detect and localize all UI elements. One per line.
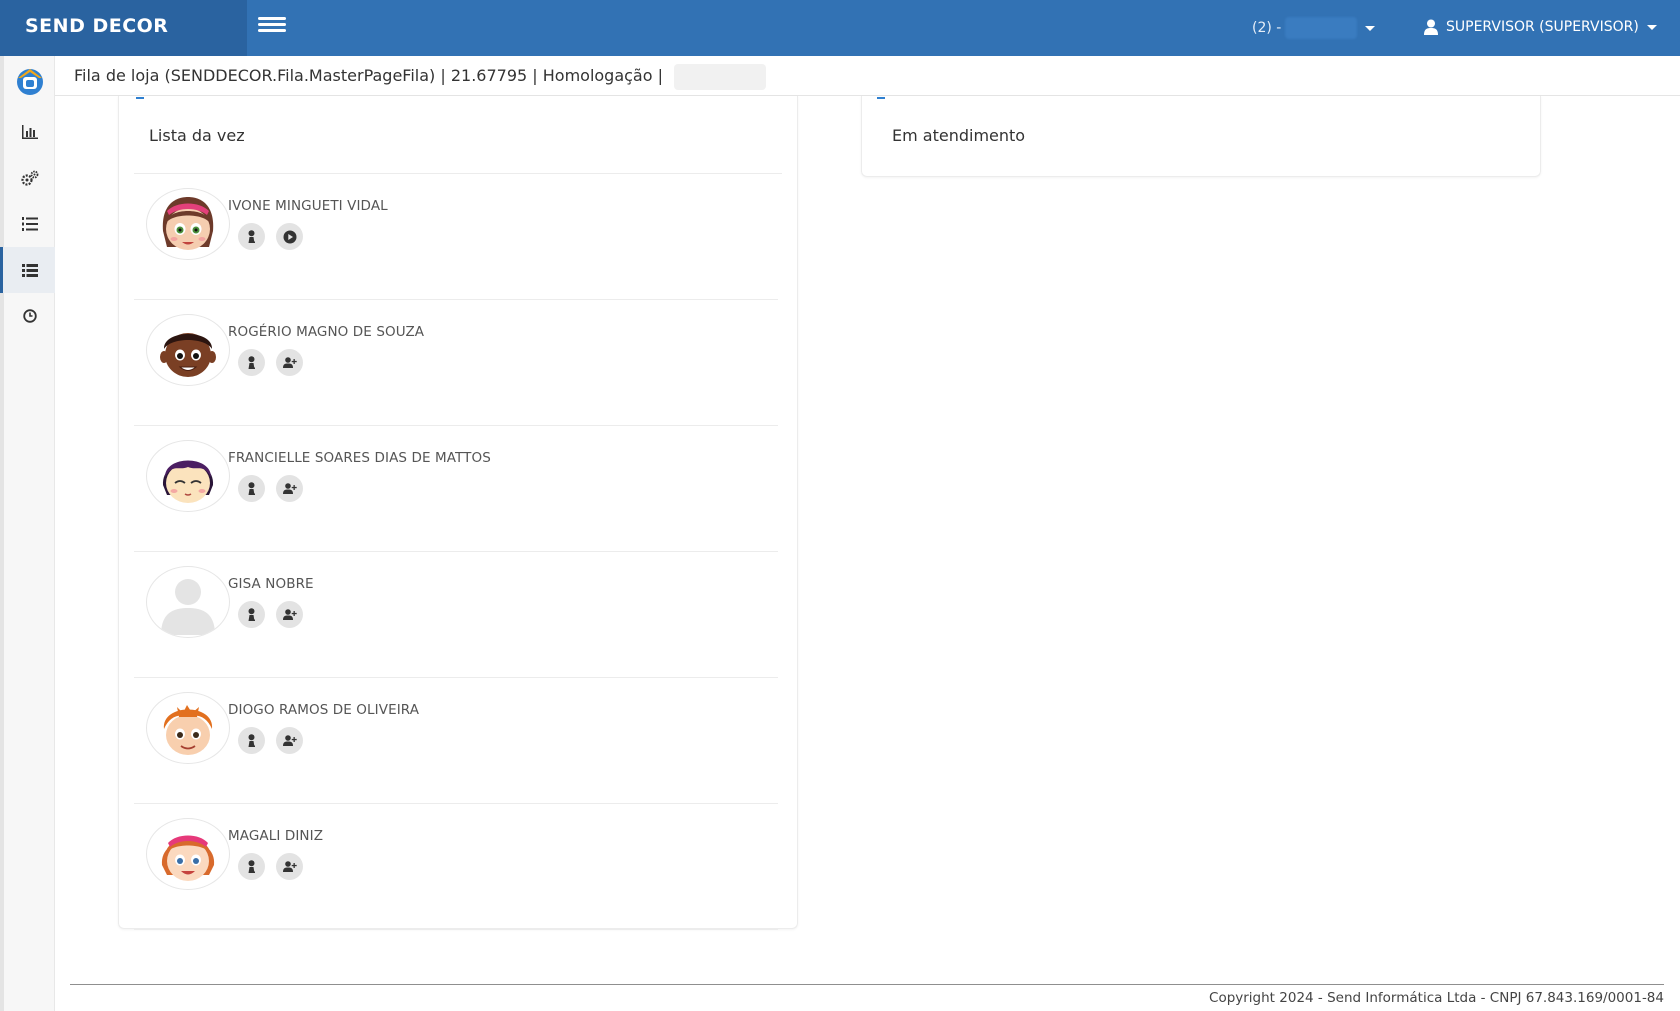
user-plus-icon[interactable] bbox=[276, 601, 303, 628]
user-plus-icon[interactable] bbox=[276, 349, 303, 376]
store-name-redacted bbox=[1285, 17, 1358, 39]
user-icon[interactable] bbox=[238, 601, 265, 628]
main-content: Lista da vez IVONE MINGUETI VIDAL ROGÉRI… bbox=[55, 96, 1680, 1011]
gears-icon bbox=[20, 170, 38, 186]
boy-dark-avatar bbox=[146, 314, 230, 386]
girl-avatar bbox=[146, 188, 230, 260]
queue-row: DIOGO RAMOS DE OLIVEIRA bbox=[134, 678, 778, 804]
environment-redacted bbox=[674, 63, 767, 90]
user-icon[interactable] bbox=[238, 853, 265, 880]
sidebar-item-reports[interactable] bbox=[4, 109, 55, 155]
seller-name: IVONE MINGUETI VIDAL bbox=[228, 198, 388, 214]
menu-toggle-icon[interactable] bbox=[258, 14, 286, 38]
queue-row: IVONE MINGUETI VIDAL bbox=[134, 174, 778, 300]
breadcrumb: Fila de loja (SENDDECOR.Fila.MasterPageF… bbox=[55, 56, 1680, 96]
sidebar-item-home[interactable] bbox=[4, 58, 55, 104]
sidebar-item-history[interactable] bbox=[4, 293, 55, 339]
list-icon bbox=[22, 263, 38, 277]
queue-panel-title: Lista da vez bbox=[149, 126, 245, 145]
girl-ginger-avatar bbox=[146, 818, 230, 890]
user-icon[interactable] bbox=[238, 349, 265, 376]
panel-accent bbox=[877, 97, 885, 99]
sidebar-item-queue[interactable] bbox=[0, 247, 57, 293]
breadcrumb-text: Fila de loja (SENDDECOR.Fila.MasterPageF… bbox=[74, 66, 663, 85]
queue-row: MAGALI DINIZ bbox=[134, 804, 778, 930]
queue-row: GISA NOBRE bbox=[134, 552, 778, 678]
seller-name: ROGÉRIO MAGNO DE SOUZA bbox=[228, 324, 425, 340]
clock-icon bbox=[22, 309, 37, 323]
user-icon[interactable] bbox=[238, 223, 265, 250]
user-plus-icon[interactable] bbox=[276, 727, 303, 754]
user-menu[interactable]: SUPERVISOR (SUPERVISOR) bbox=[1424, 15, 1657, 39]
sidebar bbox=[0, 56, 57, 1011]
user-label: SUPERVISOR (SUPERVISOR) bbox=[1446, 19, 1639, 35]
caret-down-icon bbox=[1646, 24, 1657, 30]
queue-row: FRANCIELLE SOARES DIAS DE MATTOS bbox=[134, 426, 778, 552]
sidebar-item-numbered-list[interactable] bbox=[4, 201, 55, 247]
seller-name: DIOGO RAMOS DE OLIVEIRA bbox=[228, 702, 420, 718]
home-logo-icon bbox=[16, 69, 43, 95]
footer-divider bbox=[70, 984, 1664, 985]
bar-chart-icon bbox=[21, 125, 38, 139]
seller-name: MAGALI DINIZ bbox=[228, 828, 324, 844]
user-icon[interactable] bbox=[238, 475, 265, 502]
footer-copyright: Copyright 2024 - Send Informática Ltda -… bbox=[1209, 990, 1664, 1006]
sidebar-item-settings[interactable] bbox=[4, 155, 55, 201]
caret-down-icon bbox=[1365, 25, 1376, 31]
user-plus-icon[interactable] bbox=[276, 475, 303, 502]
user-plus-icon[interactable] bbox=[276, 853, 303, 880]
boy-ginger-avatar bbox=[146, 692, 230, 764]
panel-accent bbox=[136, 97, 144, 99]
service-panel: Em atendimento bbox=[861, 96, 1541, 177]
girl-purple-avatar bbox=[146, 440, 230, 512]
seller-name: FRANCIELLE SOARES DIAS DE MATTOS bbox=[228, 450, 491, 466]
brand-logo[interactable]: SEND DECOR bbox=[0, 0, 247, 56]
queue-panel: Lista da vez IVONE MINGUETI VIDAL ROGÉRI… bbox=[118, 96, 798, 930]
seller-name: GISA NOBRE bbox=[228, 576, 314, 592]
store-selector[interactable]: (2) - bbox=[1252, 17, 1376, 39]
queue-row: ROGÉRIO MAGNO DE SOUZA bbox=[134, 300, 778, 426]
user-icon[interactable] bbox=[238, 727, 265, 754]
numbered-list-icon bbox=[21, 217, 38, 231]
user-icon bbox=[1424, 19, 1438, 35]
store-label: (2) - bbox=[1252, 20, 1282, 36]
service-panel-title: Em atendimento bbox=[892, 126, 1026, 145]
top-bar: SEND DECOR (2) - SUPERVISOR (SUPERVISOR) bbox=[0, 0, 1680, 56]
placeholder-avatar bbox=[146, 566, 230, 638]
play-icon[interactable] bbox=[276, 223, 303, 250]
